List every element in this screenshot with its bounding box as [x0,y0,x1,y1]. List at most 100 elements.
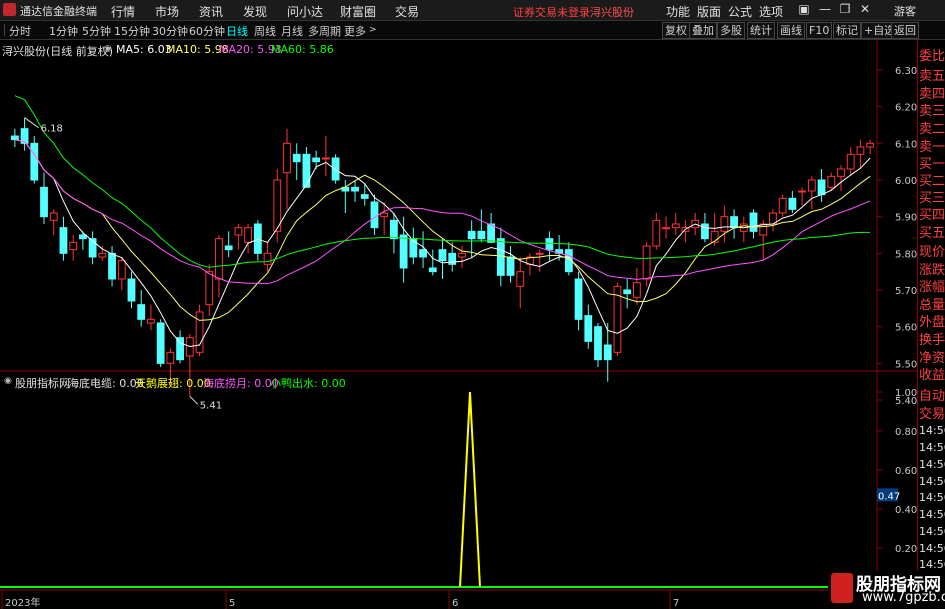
candle-body[interactable] [253,223,262,254]
menu-options[interactable]: 选项 [759,3,783,20]
eye-icon[interactable]: ◉ [104,44,112,54]
candle-body[interactable] [749,212,758,232]
candle-body[interactable] [40,186,48,218]
candle-body[interactable] [545,238,554,251]
candle-body[interactable] [30,142,39,181]
candle-body[interactable] [166,351,175,364]
candle-body[interactable] [496,238,505,276]
skin-icon[interactable]: ▣ [797,2,811,16]
menu-layout[interactable]: 版面 [697,3,721,20]
candle-body[interactable] [263,252,272,265]
candle-body[interactable] [195,311,204,353]
candle-body[interactable] [302,153,311,188]
period-tab-5min[interactable]: 5分钟 [82,23,111,39]
candle-body[interactable] [516,271,525,287]
candle-body[interactable] [652,219,661,247]
menu-item-wealth[interactable]: 财富圈 [340,3,376,20]
candle-body[interactable] [360,194,369,199]
panel-tab-auto[interactable]: 自动 [919,385,945,404]
candle-body[interactable] [730,216,738,229]
candle-body[interactable] [137,304,146,320]
draw-line-button[interactable]: 画线 [777,22,805,39]
multi-stock-button[interactable]: 多股 [717,22,745,39]
candle-body[interactable] [487,223,495,243]
candle-body[interactable] [798,190,807,193]
menu-function[interactable]: 功能 [666,3,690,20]
candle-body[interactable] [701,223,709,240]
candle-body[interactable] [215,238,223,280]
candle-body[interactable] [817,179,826,196]
candle-body[interactable] [632,282,641,298]
overlay-button[interactable]: 叠加 [689,22,717,39]
candle-body[interactable] [292,153,301,163]
candle-body[interactable] [662,227,670,230]
menu-item-market[interactable]: 市场 [155,3,179,20]
candle-body[interactable] [49,212,58,221]
candle-body[interactable] [788,197,797,210]
candle-body[interactable] [623,289,632,295]
candle-body[interactable] [574,278,583,320]
candle-body[interactable] [127,278,136,302]
candle-body[interactable] [147,318,155,324]
candle-body[interactable] [390,219,398,240]
candle-body[interactable] [380,212,389,218]
candle-body[interactable] [312,157,321,163]
candle-body[interactable] [467,230,476,240]
chevron-right-icon[interactable]: > [369,25,377,35]
period-tab-60min[interactable]: 60分钟 [189,23,225,39]
candle-body[interactable] [117,260,126,280]
candle-body[interactable] [603,344,612,361]
login-warning[interactable]: 证券交易未登录 [513,4,590,20]
period-tab-more[interactable]: 更多 [344,23,366,39]
candle-body[interactable] [156,322,165,364]
close-icon[interactable]: ✕ [858,2,872,16]
candle-body[interactable] [866,142,875,148]
adjust-button[interactable]: 复权 [662,22,690,39]
period-tab-1min[interactable]: 1分钟 [49,23,78,39]
candle-body[interactable] [720,216,729,232]
menu-item-trade[interactable]: 交易 [395,3,419,20]
candle-body[interactable] [642,245,651,280]
candle-body[interactable] [438,249,447,262]
f10-button[interactable]: F10 [806,22,833,39]
period-tab-30min[interactable]: 30分钟 [152,23,188,39]
candle-body[interactable] [205,271,214,306]
candle-body[interactable] [351,186,359,192]
candle-body[interactable] [827,175,836,188]
candle-body[interactable] [458,252,466,258]
restore-icon[interactable]: ❐ [838,2,852,16]
kline-chart[interactable]: 6.306.206.106.005.905.805.705.605.505.40… [0,40,917,609]
candle-body[interactable] [331,157,340,181]
candle-body[interactable] [477,230,486,240]
menu-item-quotes[interactable]: 行情 [111,3,135,20]
period-tab-intraday[interactable]: 分时 [9,23,31,39]
menu-formula[interactable]: 公式 [728,3,752,20]
candle-body[interactable] [584,315,593,342]
candle-body[interactable] [59,227,68,254]
period-tab-daily[interactable]: 日线 [226,23,248,39]
candle-body[interactable] [321,157,330,160]
candle-body[interactable] [759,223,768,236]
candle-body[interactable] [234,227,243,236]
candle-body[interactable] [108,252,116,280]
period-tab-15min[interactable]: 15分钟 [114,23,150,39]
candle-body[interactable] [176,337,184,361]
candle-body[interactable] [244,227,253,243]
candle-body[interactable] [419,249,427,258]
panel-tab-trade[interactable]: 交易 [919,403,945,422]
candle-body[interactable] [671,223,680,229]
candle-body[interactable] [69,241,78,251]
signal-spike[interactable] [459,391,481,588]
candle-body[interactable] [98,252,107,258]
period-tab-monthly[interactable]: 月线 [281,23,303,39]
candle-body[interactable] [428,267,437,273]
minimize-icon[interactable]: — [818,2,832,16]
candle-body[interactable] [506,256,515,276]
period-tab-weekly[interactable]: 周线 [254,23,276,39]
guest-label[interactable]: 游客 [894,3,916,19]
period-tab-multi[interactable]: 多周期 [308,23,341,39]
candle-body[interactable] [778,197,787,214]
back-button[interactable]: 返回 [891,22,919,39]
candle-body[interactable] [224,245,233,251]
candle-body[interactable] [837,168,845,177]
